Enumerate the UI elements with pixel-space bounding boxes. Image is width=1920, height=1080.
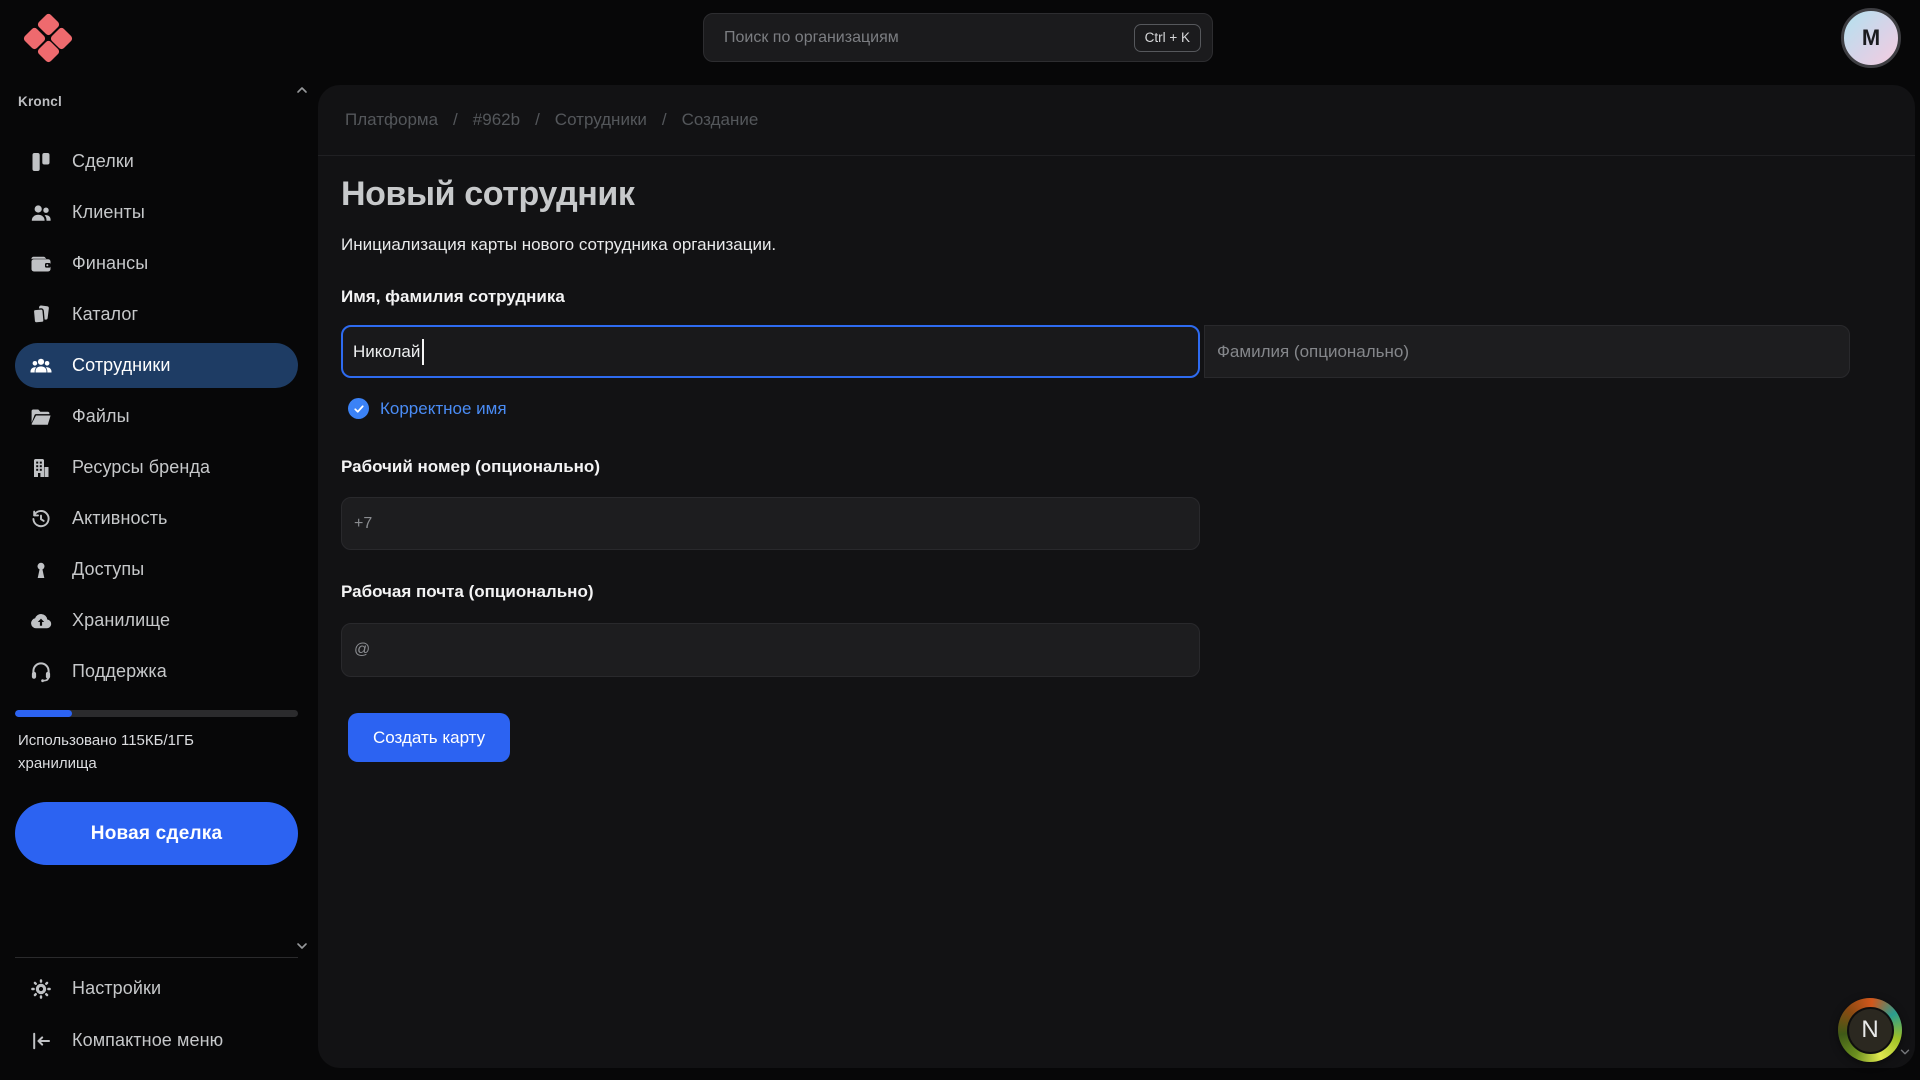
shortcut-hint-badge: Ctrl + K <box>1134 24 1201 52</box>
phone-input[interactable] <box>341 497 1200 550</box>
brand-name: Kroncl <box>18 94 62 109</box>
new-deal-button[interactable]: Новая сделка <box>15 802 298 865</box>
validation-message: Корректное имя <box>380 399 507 419</box>
sidebar-divider <box>15 957 298 958</box>
clients-icon <box>28 200 54 226</box>
sidebar-item-employees[interactable]: Сотрудники <box>15 343 298 388</box>
name-inputs-row: Николай <box>341 325 1850 378</box>
sidebar-item-deals[interactable]: Сделки <box>15 139 298 184</box>
breadcrumb: Платформа / #962b / Сотрудники / Создание <box>318 85 1915 156</box>
breadcrumb-item[interactable]: Платформа <box>345 110 438 130</box>
email-field-label: Рабочая почта (опционально) <box>341 582 594 602</box>
breadcrumb-separator: / <box>662 110 667 130</box>
create-card-button[interactable]: Создать карту <box>348 713 510 762</box>
sidebar-item-compact-menu[interactable]: Компактное меню <box>15 1018 298 1063</box>
sidebar-item-label: Клиенты <box>72 202 145 223</box>
sidebar-item-brand-resources[interactable]: Ресурсы бренда <box>15 445 298 490</box>
folder-icon <box>28 404 54 430</box>
history-icon <box>28 506 54 532</box>
sidebar-item-label: Сотрудники <box>72 355 171 376</box>
name-field-label: Имя, фамилия сотрудника <box>341 287 565 307</box>
first-name-input[interactable]: Николай <box>341 325 1200 378</box>
breadcrumb-separator: / <box>535 110 540 130</box>
sidebar-footer-nav: Настройки Компактное меню <box>15 966 298 1070</box>
building-icon <box>28 455 54 481</box>
name-validation: Корректное имя <box>348 398 507 419</box>
sidebar-item-label: Настройки <box>72 978 161 999</box>
sidebar-item-label: Компактное меню <box>72 1030 223 1051</box>
sidebar-item-finances[interactable]: Финансы <box>15 241 298 286</box>
check-circle-icon <box>348 398 369 419</box>
breadcrumb-item[interactable]: #962b <box>473 110 520 130</box>
gear-icon <box>28 976 54 1002</box>
sidebar-item-settings[interactable]: Настройки <box>15 966 298 1011</box>
sidebar-item-label: Каталог <box>72 304 138 325</box>
text-caret <box>422 339 424 365</box>
search-input[interactable] <box>704 29 1134 47</box>
wallet-icon <box>28 251 54 277</box>
sidebar-item-label: Ресурсы бренда <box>72 457 210 478</box>
global-search: Ctrl + K <box>703 13 1213 62</box>
collapse-icon <box>28 1028 54 1054</box>
sidebar-item-label: Хранилище <box>72 610 170 631</box>
sidebar-item-label: Доступы <box>72 559 144 580</box>
email-input[interactable] <box>341 623 1200 677</box>
breadcrumb-item[interactable]: Сотрудники <box>555 110 647 130</box>
sidebar-item-clients[interactable]: Клиенты <box>15 190 298 235</box>
breadcrumb-item: Создание <box>682 110 759 130</box>
cloud-upload-icon <box>28 608 54 634</box>
phone-field-label: Рабочий номер (опционально) <box>341 457 600 477</box>
sidebar-item-label: Поддержка <box>72 661 167 682</box>
sidebar: Kroncl Сделки Клиенты Финансы Каталог Со… <box>0 0 318 1080</box>
page-title: Новый сотрудник <box>341 175 635 214</box>
sidebar-scroll-up-icon[interactable] <box>294 82 310 98</box>
floating-widget-inner: N <box>1847 1007 1894 1054</box>
sidebar-scroll-down-icon[interactable] <box>294 938 310 954</box>
storage-usage-label: Использовано 115КБ/1ГБ хранилища <box>18 729 270 776</box>
sidebar-item-support[interactable]: Поддержка <box>15 649 298 694</box>
user-avatar-initial: M <box>1862 25 1880 51</box>
sidebar-nav: Сделки Клиенты Финансы Каталог Сотрудник… <box>15 139 298 700</box>
breadcrumb-separator: / <box>453 110 458 130</box>
last-name-input[interactable] <box>1204 325 1850 378</box>
storage-progress-fill <box>15 710 72 717</box>
catalog-icon <box>28 302 54 328</box>
first-name-value: Николай <box>353 342 420 362</box>
sidebar-item-storage[interactable]: Хранилище <box>15 598 298 643</box>
sidebar-item-label: Файлы <box>72 406 130 427</box>
kanban-icon <box>28 149 54 175</box>
sidebar-item-label: Активность <box>72 508 168 529</box>
keyhole-icon <box>28 557 54 583</box>
page-subtitle: Инициализация карты нового сотрудника ор… <box>341 235 776 255</box>
sidebar-item-files[interactable]: Файлы <box>15 394 298 439</box>
sidebar-item-label: Сделки <box>72 151 134 172</box>
widget-chevron-down-icon[interactable] <box>1898 1045 1912 1059</box>
headset-icon <box>28 659 54 685</box>
user-avatar[interactable]: M <box>1841 8 1901 68</box>
storage-progress <box>15 710 298 717</box>
employees-icon <box>28 353 54 379</box>
sidebar-item-catalog[interactable]: Каталог <box>15 292 298 337</box>
main-panel: Платформа / #962b / Сотрудники / Создание Новы… <box>318 85 1915 1068</box>
sidebar-item-activity[interactable]: Активность <box>15 496 298 541</box>
sidebar-item-label: Финансы <box>72 253 148 274</box>
sidebar-item-access[interactable]: Доступы <box>15 547 298 592</box>
floating-profile-widget[interactable]: N <box>1838 998 1902 1062</box>
floating-widget-initial: N <box>1861 1016 1878 1044</box>
